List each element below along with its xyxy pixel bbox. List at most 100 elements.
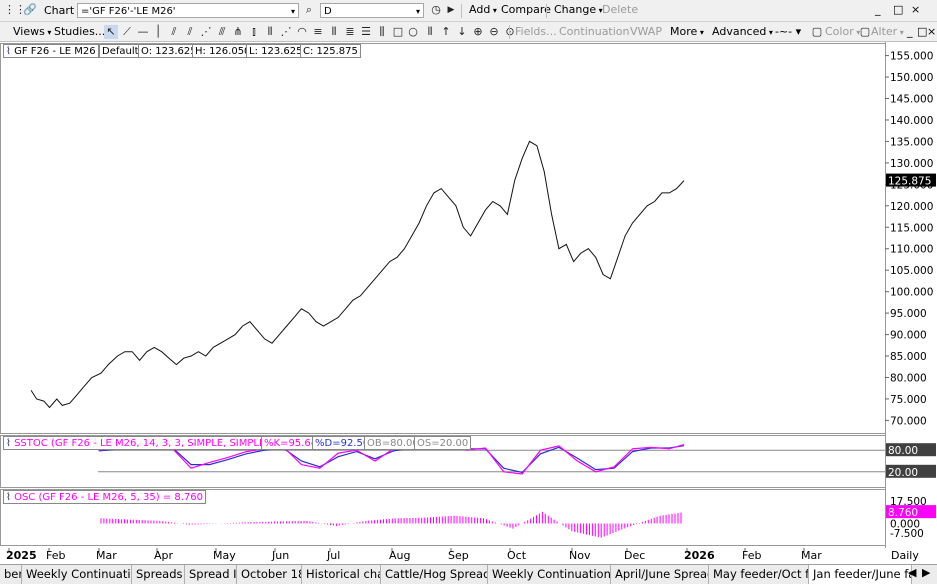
tab-4[interactable]: October 18 [237,565,302,584]
high-value: H: 126.050 [192,44,254,58]
time-axis-label: 2026 [684,549,715,562]
continuation-button[interactable]: Continuation [556,24,633,40]
stoch-legend: ⌇ SSTOC (GF F26 - LE M26, 14, 3, 3, SIMP… [3,436,273,450]
cycle-lines-icon[interactable]: ⦀ [263,25,277,39]
tab-2[interactable]: Spreads [132,565,185,584]
price-axis-label: 95.000 [890,308,927,320]
osc-legend-icon: ⌇ [6,492,11,503]
price-symbol-label: GF F26 - LE M26 [14,46,96,57]
fields-button[interactable]: Fields... [512,24,560,40]
search-icon[interactable]: ⌕ [302,3,316,17]
drag-handle-icon[interactable]: ⋮⋮ [4,3,26,17]
osc-legend: ⌇ OSC (GF F26 - LE M26, 5, 35) = 8.760 [3,490,206,504]
alter-button[interactable]: Alter [868,24,907,40]
symbol-dropdown-icon[interactable]: ▾ [291,4,295,19]
arrow-up-icon[interactable]: ↑ [439,25,453,39]
zoom-in-icon[interactable]: ⊕ [471,25,485,39]
more-button[interactable]: More [667,24,707,40]
close-button[interactable]: × [908,2,923,18]
price-axis-label: 85.000 [890,351,927,363]
views-button[interactable]: Views [10,24,54,40]
line-style-dropdown[interactable]: -~- ▾ [772,24,804,40]
tab-6[interactable]: Cattle/Hog Spread [381,565,488,584]
time-axis-label: Mar [96,549,117,562]
time-axis-label: 2025 [6,549,37,562]
stoch-20-label: 20.00 [888,467,918,479]
close-chart-button[interactable]: × [924,24,937,40]
style-legend[interactable]: Default [99,44,142,58]
price-axis-label: 80.000 [890,372,927,384]
price-axis-label: 70.000 [890,415,927,427]
separator [546,4,547,18]
tab-10[interactable]: Jan feeder/June fat [809,565,912,584]
price-axis-label: 90.000 [890,330,927,342]
tab-7[interactable]: Weekly Continuation II [488,565,611,584]
add-button[interactable]: Add [466,2,500,18]
tab-5[interactable]: Historical charts [302,565,381,584]
retracement-icon[interactable]: ☰ [359,25,373,39]
interval-input[interactable]: D ▾ [320,3,424,18]
fib-time-icon[interactable]: ⦀ [327,25,341,39]
time-axis-label: Nov [569,549,591,562]
period-label: Daily [891,549,919,562]
time-axis-label: Oct [507,549,527,562]
interval-dropdown-icon[interactable]: ▾ [416,4,420,19]
price-axis-label: 105.000 [890,265,933,277]
ellipse-icon[interactable]: ○ [406,25,420,39]
price-panel-frame [0,43,886,434]
time-axis-label: Feb [46,549,65,562]
clock-icon[interactable]: ◷ [429,3,443,17]
tab-3[interactable]: Spread II [185,565,237,584]
vertical-line-icon[interactable]: │ [151,25,165,39]
price-axis-label: 145.000 [890,94,933,106]
gann-icon[interactable]: ⫻ [215,25,229,39]
andrews-icon[interactable]: ⫾ [247,25,261,39]
change-button[interactable]: Change [551,2,606,18]
time-axis-label: Feb [742,549,761,562]
arrow-down-icon[interactable]: ↓ [455,25,469,39]
tab-0[interactable]: ber [0,565,22,584]
time-axis-label: Mar [801,549,822,562]
play-icon[interactable]: ▶ [444,3,458,17]
line-tool-icon[interactable]: ⟋ [120,25,134,39]
tab-1[interactable]: Weekly Continuation [22,565,132,584]
scroll-left-icon[interactable]: ◀ [908,566,916,579]
symbol-input[interactable]: ='GF F26'-'LE M26' ▾ [77,3,299,18]
maximize-button[interactable]: □ [890,2,906,18]
chart-area[interactable]: 155.000 150.000 145.000 140.000 135.000 130.0… [0,42,937,564]
fib-arc-icon[interactable]: ≣ [343,25,357,39]
regression-icon[interactable]: ⫼ [375,25,389,39]
fibonacci-icon[interactable]: ≡ [311,25,325,39]
vwap-button[interactable]: VWAP [627,24,665,40]
price-legend: ⌇ GF F26 - LE M26 [3,44,99,58]
price-axis-label: 135.000 [890,136,933,148]
rectangle-icon[interactable]: □ [391,25,405,39]
time-axis-label: Aug [389,549,410,562]
link-icon[interactable]: 🔗 [23,3,37,17]
delete-button[interactable]: Delete [599,2,641,18]
price-axis-label: 155.000 [890,51,933,63]
pointer-icon[interactable]: ↖ [104,25,118,39]
stoch-os-value: OS=20.00 [414,436,472,450]
channel-icon[interactable]: ⫽ [183,25,197,39]
minimize-button[interactable]: _ [872,2,884,18]
price-axis-label: 75.000 [890,394,927,406]
fan-icon[interactable]: ⋰ [199,25,213,39]
price-axis-label: 140.000 [890,115,933,127]
tab-9[interactable]: May feeder/Oct fat [709,565,809,584]
price-axis-label: 115.000 [890,222,933,234]
arc-icon[interactable]: ◠ [295,25,309,39]
tab-8[interactable]: April/June Spread [611,565,709,584]
price-axis-label: 150.000 [890,72,933,84]
time-axis-label: Apr [154,549,174,562]
pitchfork-icon[interactable]: ⋔ [231,25,245,39]
horizontal-line-icon[interactable]: — [136,25,150,39]
advanced-button[interactable]: Advanced [709,24,776,40]
speed-lines-icon[interactable]: ⋰ [279,25,293,39]
price-axis-label: 110.000 [890,244,933,256]
zoom-out-icon[interactable]: ⊖ [487,25,501,39]
scroll-right-icon[interactable]: ▶ [922,566,930,579]
osc-last-label: 8.760 [888,507,918,519]
parallel-lines-icon[interactable]: ⫽ [167,25,181,39]
bars-icon[interactable]: ⫴ [423,25,437,39]
